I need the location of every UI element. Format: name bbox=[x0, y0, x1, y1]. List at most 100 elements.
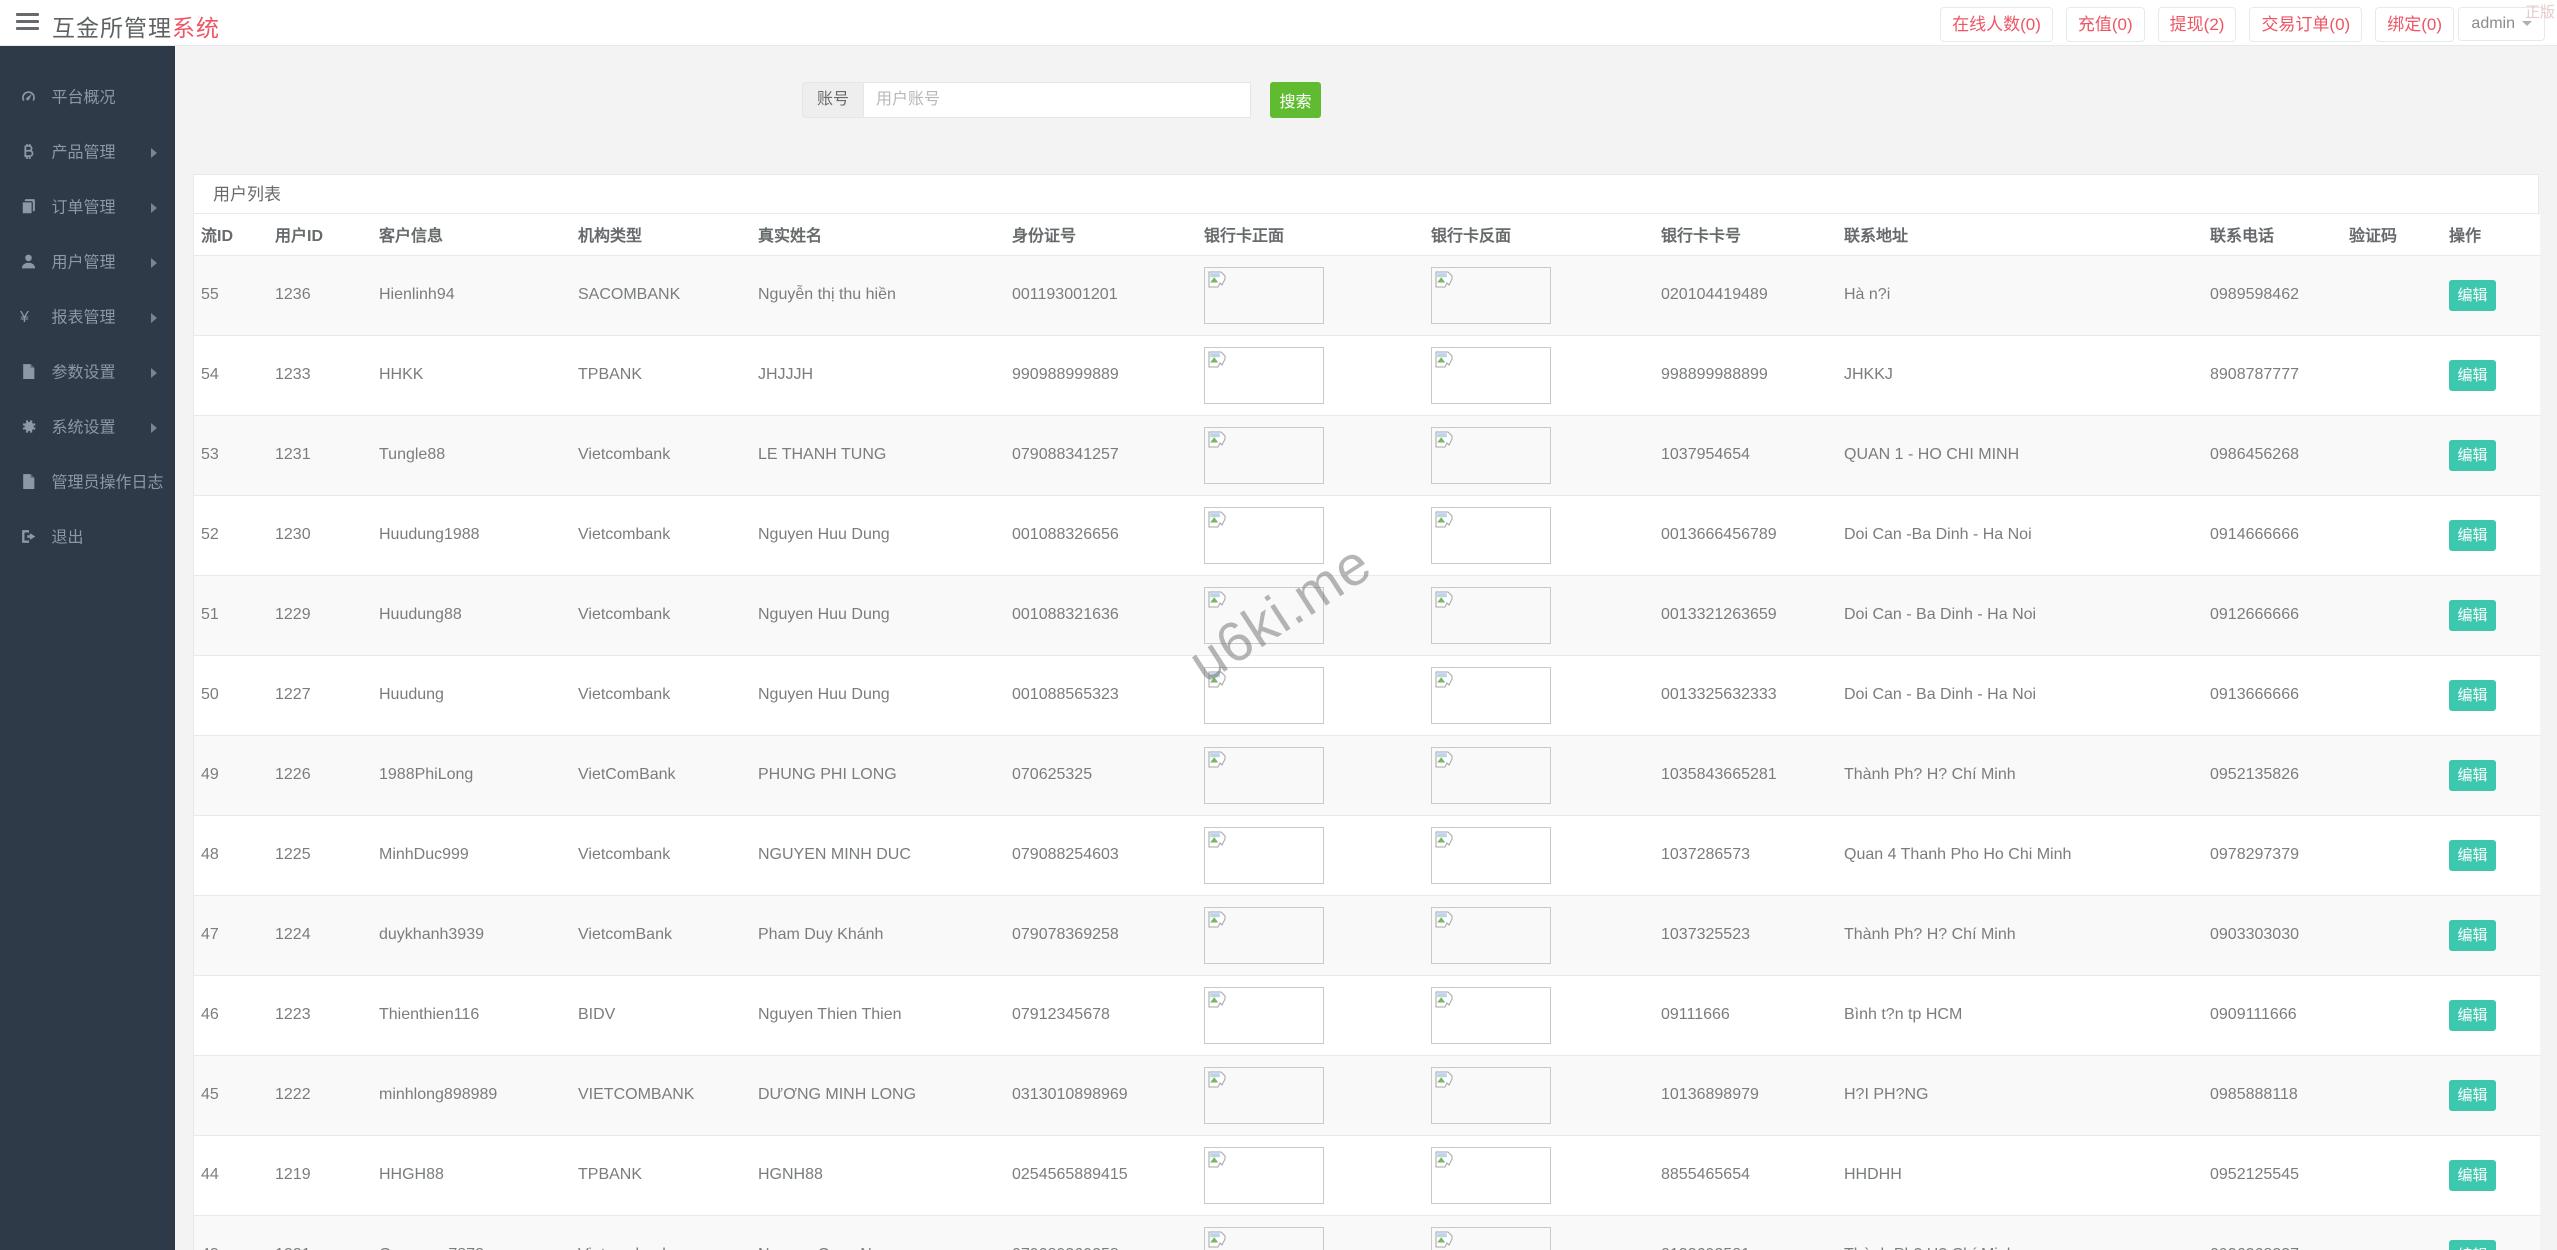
bank-card-back-image[interactable] bbox=[1431, 507, 1551, 564]
broken-image-icon bbox=[1207, 1070, 1227, 1090]
bank-card-front-image[interactable] bbox=[1204, 907, 1324, 964]
edit-button[interactable]: 编辑 bbox=[2449, 520, 2496, 551]
bank-card-back-image[interactable] bbox=[1431, 1147, 1551, 1204]
sidebar-item-dashboard[interactable]: 平台概况 bbox=[0, 70, 175, 125]
sidebar-item-params[interactable]: 参数设置 bbox=[0, 345, 175, 400]
menu-toggle-icon[interactable] bbox=[16, 13, 39, 33]
online-count-link[interactable]: 在线人数(0) bbox=[1940, 7, 2053, 42]
cell-actions: 编辑 bbox=[2442, 335, 2540, 415]
cell-flow-id: 44 bbox=[194, 1135, 268, 1215]
bank-card-front-image[interactable] bbox=[1204, 987, 1324, 1044]
search-input[interactable] bbox=[863, 82, 1251, 118]
sidebar-item-products[interactable]: 产品管理 bbox=[0, 125, 175, 180]
broken-image-icon bbox=[1207, 990, 1227, 1010]
bank-card-front-image[interactable] bbox=[1204, 1067, 1324, 1124]
cell-bank-type: VietcomBank bbox=[571, 895, 751, 975]
chevron-right-icon bbox=[151, 148, 157, 158]
broken-image-icon bbox=[1434, 1230, 1454, 1250]
trade-orders-link[interactable]: 交易订单(0) bbox=[2249, 7, 2362, 42]
bank-card-back-image[interactable] bbox=[1431, 1227, 1551, 1250]
edit-button[interactable]: 编辑 bbox=[2449, 280, 2496, 311]
bank-card-back-image[interactable] bbox=[1431, 827, 1551, 884]
edit-button[interactable]: 编辑 bbox=[2449, 1080, 2496, 1111]
deposit-link[interactable]: 充值(0) bbox=[2066, 7, 2145, 42]
cell-bank-type: VIETCOMBANK bbox=[571, 1055, 751, 1135]
bank-card-front-image[interactable] bbox=[1204, 587, 1324, 644]
col-id-number: 身份证号 bbox=[1005, 214, 1197, 255]
bank-card-front-image[interactable] bbox=[1204, 347, 1324, 404]
edit-button[interactable]: 编辑 bbox=[2449, 1000, 2496, 1031]
bank-card-front-image[interactable] bbox=[1204, 1147, 1324, 1204]
edit-button[interactable]: 编辑 bbox=[2449, 600, 2496, 631]
broken-image-icon bbox=[1207, 830, 1227, 850]
bank-card-front-image[interactable] bbox=[1204, 267, 1324, 324]
bank-card-back-image[interactable] bbox=[1431, 987, 1551, 1044]
cell-customer: minhlong898989 bbox=[372, 1055, 571, 1135]
col-phone: 联系电话 bbox=[2203, 214, 2342, 255]
cell-bank-type: BIDV bbox=[571, 975, 751, 1055]
log-icon bbox=[20, 455, 47, 510]
edit-button[interactable]: 编辑 bbox=[2449, 840, 2496, 871]
bank-card-front-image[interactable] bbox=[1204, 1227, 1324, 1250]
cell-id-number: 001193001201 bbox=[1005, 255, 1197, 335]
edit-button[interactable]: 编辑 bbox=[2449, 440, 2496, 471]
bank-card-front-image[interactable] bbox=[1204, 747, 1324, 804]
cell-real-name: Nguyen Quoc Nam bbox=[751, 1215, 1005, 1250]
edit-button[interactable]: 编辑 bbox=[2449, 1160, 2496, 1191]
edit-button[interactable]: 编辑 bbox=[2449, 360, 2496, 391]
bank-card-front-image[interactable] bbox=[1204, 427, 1324, 484]
bank-card-back-image[interactable] bbox=[1431, 1067, 1551, 1124]
cell-id-number: 001088326656 bbox=[1005, 495, 1197, 575]
bank-card-back-image[interactable] bbox=[1431, 267, 1551, 324]
bank-card-back-image[interactable] bbox=[1431, 347, 1551, 404]
cell-user-id: 1222 bbox=[268, 1055, 372, 1135]
bank-card-back-image[interactable] bbox=[1431, 667, 1551, 724]
cell-captcha bbox=[2342, 735, 2442, 815]
dashboard-icon bbox=[20, 70, 47, 125]
cell-flow-id: 50 bbox=[194, 655, 268, 735]
edit-button[interactable]: 编辑 bbox=[2449, 680, 2496, 711]
bank-card-back-image[interactable] bbox=[1431, 427, 1551, 484]
sidebar-item-reports[interactable]: ¥ 报表管理 bbox=[0, 290, 175, 345]
bank-card-back-image[interactable] bbox=[1431, 587, 1551, 644]
cell-user-id: 1224 bbox=[268, 895, 372, 975]
cell-captcha bbox=[2342, 1215, 2442, 1250]
binding-link[interactable]: 绑定(0) bbox=[2375, 7, 2454, 42]
cell-id-number: 0254565889415 bbox=[1005, 1135, 1197, 1215]
withdraw-link[interactable]: 提现(2) bbox=[2158, 7, 2237, 42]
cell-user-id: 1233 bbox=[268, 335, 372, 415]
table-row: 55 1236 Hienlinh94 SACOMBANK Nguyễn thị … bbox=[194, 255, 2540, 335]
cell-address: Quan 4 Thanh Pho Ho Chi Minh bbox=[1837, 815, 2203, 895]
bank-card-front-image[interactable] bbox=[1204, 667, 1324, 724]
sidebar-item-system[interactable]: 系统设置 bbox=[0, 400, 175, 455]
cell-id-number: 001088565323 bbox=[1005, 655, 1197, 735]
cell-card-back bbox=[1424, 895, 1654, 975]
sidebar-item-admin-log[interactable]: 管理员操作日志 bbox=[0, 455, 175, 510]
cell-phone: 0952135826 bbox=[2203, 735, 2342, 815]
cell-real-name: Pham Duy Khánh bbox=[751, 895, 1005, 975]
cell-bank-type: VietComBank bbox=[571, 735, 751, 815]
bank-card-back-image[interactable] bbox=[1431, 747, 1551, 804]
cell-user-id: 1226 bbox=[268, 735, 372, 815]
search-button[interactable]: 搜索 bbox=[1270, 82, 1321, 118]
bank-card-back-image[interactable] bbox=[1431, 907, 1551, 964]
edit-button[interactable]: 编辑 bbox=[2449, 760, 2496, 791]
bank-card-front-image[interactable] bbox=[1204, 507, 1324, 564]
sidebar-item-logout[interactable]: 退出 bbox=[0, 510, 175, 565]
cell-address: H?I PH?NG bbox=[1837, 1055, 2203, 1135]
cell-user-id: 1223 bbox=[268, 975, 372, 1055]
cell-actions: 编辑 bbox=[2442, 655, 2540, 735]
edit-button[interactable]: 编辑 bbox=[2449, 920, 2496, 951]
bank-card-front-image[interactable] bbox=[1204, 827, 1324, 884]
broken-image-icon bbox=[1207, 590, 1227, 610]
edit-button[interactable]: 编辑 bbox=[2449, 1240, 2496, 1250]
user-icon bbox=[20, 235, 47, 290]
cell-customer: HHGH88 bbox=[372, 1135, 571, 1215]
cell-phone: 0978297379 bbox=[2203, 815, 2342, 895]
cell-real-name: HGNH88 bbox=[751, 1135, 1005, 1215]
sidebar-item-orders[interactable]: 订单管理 bbox=[0, 180, 175, 235]
cell-real-name: PHUNG PHI LONG bbox=[751, 735, 1005, 815]
sidebar-item-users[interactable]: 用户管理 bbox=[0, 235, 175, 290]
app-title: 互金所管理系统 bbox=[52, 9, 220, 43]
table-row: 49 1226 1988PhiLong VietComBank PHUNG PH… bbox=[194, 735, 2540, 815]
